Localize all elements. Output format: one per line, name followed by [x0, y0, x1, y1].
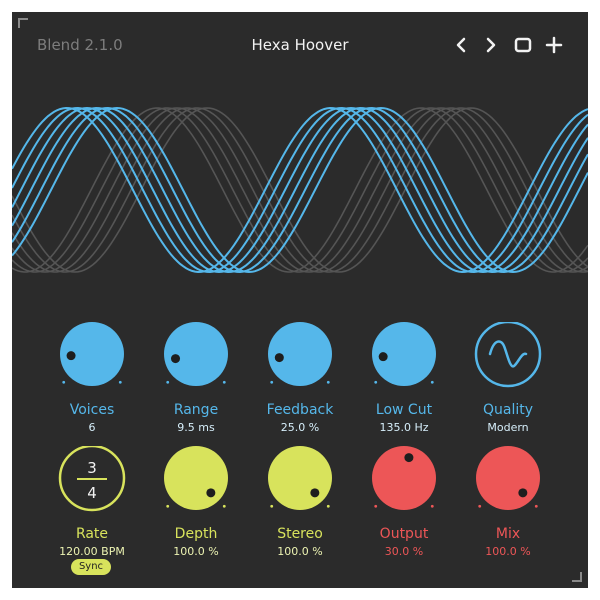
depth-label: Depth [174, 526, 218, 542]
knob-max-tick [326, 504, 330, 508]
knob-body [372, 446, 436, 510]
output-value: 30.0 % [384, 545, 424, 558]
sine-wave-icon [488, 340, 528, 368]
quality-label: Quality [482, 402, 534, 418]
stereo-label: Stereo [277, 526, 323, 542]
knob-min-tick [270, 504, 274, 508]
plus-icon [545, 36, 563, 54]
lowcut-control: Low Cut 135.0 Hz [354, 322, 454, 434]
knob-indicator [66, 351, 76, 361]
quality-value: Modern [487, 421, 529, 434]
knob-max-tick [430, 504, 434, 508]
range-value: 9.5 ms [177, 421, 215, 434]
plugin-window: Blend 2.1.0 Hexa Hoover Voices 6 Range 9… [12, 12, 588, 588]
rate-numerator: 3 [87, 459, 97, 477]
add-preset-button[interactable] [542, 32, 566, 58]
resize-corner-top-left [18, 18, 28, 28]
mix-label: Mix [495, 526, 521, 542]
voices-control: Voices 6 [42, 322, 142, 434]
preset-name[interactable]: Hexa Hoover [200, 36, 400, 54]
voices-label: Voices [69, 402, 115, 418]
mix-knob[interactable] [458, 446, 558, 522]
knob-min-tick [166, 380, 170, 384]
knob-min-tick [374, 504, 378, 508]
chevron-right-icon [486, 37, 496, 53]
knob-min-tick [478, 504, 482, 508]
range-knob[interactable] [146, 322, 246, 398]
output-label: Output [379, 526, 429, 542]
resize-corner-bottom-right[interactable] [572, 572, 582, 582]
knob-min-tick [166, 504, 170, 508]
depth-knob[interactable] [146, 446, 246, 522]
knob-max-tick [118, 380, 122, 384]
prev-preset-button[interactable] [449, 32, 473, 58]
knob-indicator [404, 453, 414, 463]
voice-wave-dim [12, 107, 588, 273]
knob-max-tick [222, 380, 226, 384]
stereo-value: 100.0 % [277, 545, 323, 558]
quality-selector[interactable] [458, 322, 558, 398]
depth-control: Depth 100.0 % [146, 446, 246, 558]
output-control: Output 30.0 % [354, 446, 454, 558]
lowcut-knob[interactable] [354, 322, 454, 398]
chevron-left-icon [456, 37, 466, 53]
knob-max-tick [326, 380, 330, 384]
feedback-control: Feedback 25.0 % [250, 322, 350, 434]
waveform-display [12, 106, 588, 274]
rate-denominator: 4 [87, 484, 97, 502]
window-icon [514, 37, 532, 53]
lowcut-value: 135.0 Hz [379, 421, 429, 434]
rate-control: 3 4 Rate 120.00 BPM [42, 446, 142, 558]
knob-body [476, 446, 540, 510]
knob-body [164, 446, 228, 510]
voices-knob[interactable] [42, 322, 142, 398]
knob-min-tick [62, 380, 66, 384]
feedback-value: 25.0 % [280, 421, 320, 434]
mix-value: 100.0 % [485, 545, 531, 558]
knob-max-tick [430, 380, 434, 384]
depth-value: 100.0 % [173, 545, 219, 558]
lowcut-label: Low Cut [375, 402, 433, 418]
output-knob[interactable] [354, 446, 454, 522]
knob-indicator [206, 488, 216, 498]
mix-control: Mix 100.0 % [458, 446, 558, 558]
knob-body [164, 322, 228, 386]
knob-indicator [518, 488, 528, 498]
knob-indicator [274, 353, 284, 363]
quality-control: Quality Modern [458, 322, 558, 434]
feedback-label: Feedback [266, 402, 334, 418]
knob-min-tick [374, 380, 378, 384]
knob-indicator [171, 354, 181, 364]
stereo-control: Stereo 100.0 % [250, 446, 350, 558]
knob-indicator [378, 352, 388, 362]
browser-button[interactable] [511, 32, 535, 58]
rate-label: Rate [75, 526, 109, 542]
knob-max-tick [534, 504, 538, 508]
sync-button[interactable]: Sync [71, 559, 111, 575]
knob-max-tick [222, 504, 226, 508]
range-control: Range 9.5 ms [146, 322, 246, 434]
knob-min-tick [270, 380, 274, 384]
feedback-knob[interactable] [250, 322, 350, 398]
rate-value: 120.00 BPM [59, 545, 125, 558]
voices-value: 6 [88, 421, 96, 434]
next-preset-button[interactable] [479, 32, 503, 58]
range-label: Range [173, 402, 219, 418]
knob-indicator [310, 488, 320, 498]
stereo-knob[interactable] [250, 446, 350, 522]
version-label: Blend 2.1.0 [37, 36, 123, 54]
rate-selector[interactable]: 3 4 [42, 446, 142, 522]
knob-body [268, 446, 332, 510]
